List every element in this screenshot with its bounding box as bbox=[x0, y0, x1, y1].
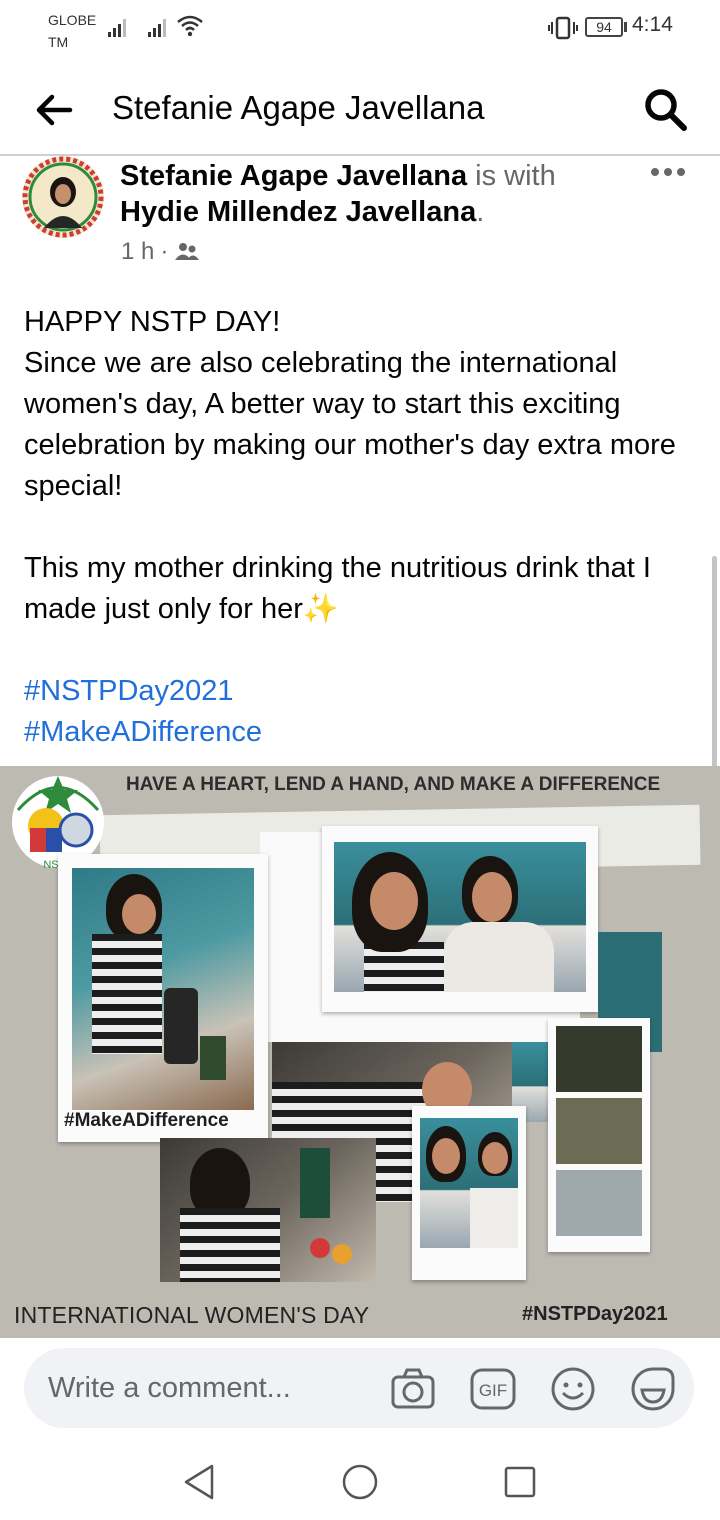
post-line-greeting: HAPPY NSTP DAY! bbox=[24, 306, 281, 338]
avatar[interactable] bbox=[22, 156, 104, 238]
swatch-gray-blue bbox=[556, 1170, 642, 1236]
photo-banner: HAVE A HEART, LEND A HAND, AND MAKE A DI… bbox=[126, 774, 661, 795]
system-nav-bar bbox=[0, 1440, 720, 1520]
tagged-person[interactable]: Hydie Millendez Javellana bbox=[120, 196, 476, 228]
page-title: Stefanie Agape Javellana bbox=[112, 89, 485, 126]
photo-selfie bbox=[334, 842, 586, 992]
battery-icon: 94 bbox=[585, 17, 623, 37]
meta-separator: · bbox=[160, 238, 169, 265]
post-author-line: Stefanie Agape Javellana is with Hydie M… bbox=[120, 158, 640, 230]
photo-drinking bbox=[420, 1118, 518, 1248]
hashtag-makeadifference[interactable]: #MakeADifference bbox=[24, 712, 694, 753]
post-author-name[interactable]: Stefanie Agape Javellana bbox=[120, 160, 467, 192]
photo-footer-right: #NSTPDay2021 bbox=[522, 1303, 668, 1325]
polaroid-top bbox=[322, 826, 598, 1012]
battery-level: 94 bbox=[596, 19, 612, 35]
hashtag-nstpday[interactable]: #NSTPDay2021 bbox=[24, 671, 694, 712]
with-text: is with bbox=[467, 160, 556, 192]
arrow-left-icon[interactable] bbox=[34, 90, 74, 130]
avatar-image bbox=[22, 156, 104, 238]
clock: 4:14 bbox=[632, 13, 673, 36]
vibrate-icon bbox=[548, 16, 578, 40]
carrier-name: GLOBE bbox=[48, 12, 97, 28]
sticker-icon[interactable] bbox=[630, 1366, 676, 1412]
sparkle-emoji: ✨ bbox=[302, 593, 339, 625]
nav-recents-icon[interactable] bbox=[500, 1462, 540, 1502]
post-photo[interactable]: HAVE A HEART, LEND A HAND, AND MAKE A DI… bbox=[0, 766, 720, 1338]
post-time[interactable]: 1 h bbox=[121, 238, 154, 266]
swatch-olive bbox=[556, 1098, 642, 1164]
photo-chopping bbox=[160, 1138, 376, 1282]
signal-icon-2 bbox=[148, 17, 166, 37]
signal-icon bbox=[108, 17, 126, 37]
more-dots-icon[interactable] bbox=[648, 162, 688, 182]
wifi-icon bbox=[177, 15, 203, 37]
emoji-icon[interactable] bbox=[550, 1366, 596, 1412]
post-meta: 1 h · bbox=[121, 238, 200, 266]
tagged-suffix: . bbox=[476, 196, 485, 228]
photo-footer-left: INTERNATIONAL WOMEN'S DAY bbox=[14, 1302, 370, 1328]
nav-back-icon[interactable] bbox=[180, 1462, 220, 1502]
battery-nub bbox=[624, 22, 627, 32]
top-header: Stefanie Agape Javellana bbox=[0, 62, 720, 156]
comment-input[interactable] bbox=[48, 1368, 388, 1408]
svg-text:GIF: GIF bbox=[479, 1381, 507, 1400]
camera-icon[interactable] bbox=[390, 1366, 436, 1412]
post-line-mother: This my mother drinking the nutritious d… bbox=[24, 548, 694, 630]
polaroid-small bbox=[412, 1106, 526, 1280]
post-body: HAPPY NSTP DAY! Since we are also celebr… bbox=[24, 302, 694, 753]
photo-caption: #MakeADifference bbox=[64, 1110, 229, 1131]
polaroid-left: #MakeADifference bbox=[58, 854, 268, 1142]
comment-bar: GIF bbox=[24, 1348, 694, 1428]
post-line-intro: Since we are also celebrating the intern… bbox=[24, 347, 676, 502]
swatch-dark-green bbox=[556, 1026, 642, 1092]
status-bar: GLOBE TM 94 4:14 bbox=[0, 0, 720, 62]
carrier-label: GLOBE TM bbox=[48, 9, 96, 53]
carrier-sub: TM bbox=[48, 34, 69, 50]
friends-icon bbox=[175, 243, 200, 260]
nav-home-icon[interactable] bbox=[340, 1462, 380, 1502]
gif-icon[interactable]: GIF bbox=[470, 1366, 516, 1412]
search-icon[interactable] bbox=[640, 84, 690, 134]
photo-juicer bbox=[72, 868, 254, 1110]
